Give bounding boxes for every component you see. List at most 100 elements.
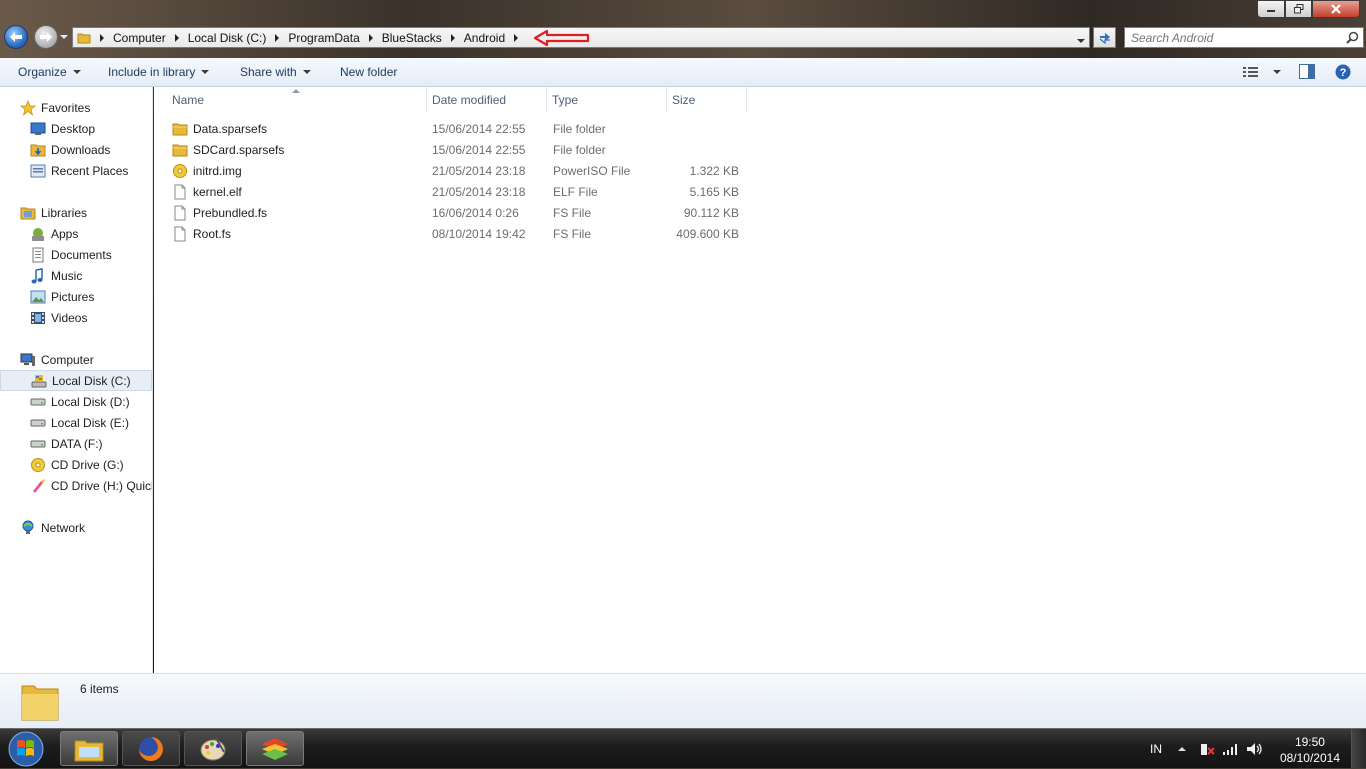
chevron-right-icon: [450, 33, 455, 42]
restore-button[interactable]: [1285, 0, 1312, 18]
recent-places-icon: [30, 163, 46, 179]
file-name: Data.sparsefs: [193, 122, 268, 136]
nav-cd-drive-g[interactable]: CD Drive (G:): [0, 454, 152, 475]
include-in-library-menu[interactable]: Include in library: [108, 65, 210, 79]
preview-pane-button[interactable]: [1299, 64, 1315, 79]
breadcrumb-android[interactable]: Android: [460, 31, 509, 45]
file-row-root-fs[interactable]: Root.fs 08/10/2014 19:42 FS File 409.600…: [168, 224, 748, 245]
address-bar[interactable]: Computer Local Disk (C:) ProgramData Blu…: [72, 27, 1090, 48]
nav-computer[interactable]: Computer: [0, 349, 152, 370]
language-indicator[interactable]: IN: [1150, 729, 1162, 769]
nav-favorites[interactable]: Favorites: [0, 97, 152, 118]
breadcrumb-separator[interactable]: [270, 28, 284, 47]
column-type-label: Type: [552, 93, 579, 107]
file-date: 16/06/2014 0:26: [432, 206, 519, 220]
nav-data-f[interactable]: DATA (F:): [0, 433, 152, 454]
file-icon: [172, 205, 188, 221]
breadcrumb-separator[interactable]: [509, 28, 523, 47]
search-input[interactable]: [1125, 28, 1341, 47]
search-icon[interactable]: [1346, 31, 1359, 47]
action-center-icon[interactable]: [1199, 729, 1215, 769]
close-button[interactable]: [1312, 0, 1360, 18]
windows-logo-icon: [8, 731, 44, 767]
file-row-data-sparsefs[interactable]: Data.sparsefs 15/06/2014 22:55 File fold…: [168, 119, 748, 140]
nav-local-disk-c[interactable]: Local Disk (C:): [0, 370, 152, 391]
back-button[interactable]: [4, 25, 28, 49]
nav-apps-label: Apps: [51, 226, 79, 241]
refresh-button[interactable]: [1093, 27, 1116, 48]
column-header-date-modified[interactable]: Date modified: [427, 87, 547, 113]
file-date: 08/10/2014 19:42: [432, 227, 526, 241]
breadcrumb-separator[interactable]: [170, 28, 184, 47]
nav-cd-drive-h[interactable]: CD Drive (H:) Quick: [0, 475, 152, 496]
volume-icon[interactable]: [1246, 729, 1264, 769]
new-folder-button[interactable]: New folder: [340, 65, 397, 79]
taskbar-explorer[interactable]: [60, 731, 118, 766]
system-clock[interactable]: 19:50 08/10/2014: [1280, 734, 1340, 766]
show-hidden-icons-button[interactable]: [1178, 729, 1186, 769]
nav-desktop-label: Desktop: [51, 121, 96, 136]
nav-network[interactable]: Network: [0, 517, 152, 538]
nav-recent-places[interactable]: Recent Places: [0, 160, 152, 181]
forward-button[interactable]: [34, 25, 58, 49]
help-button[interactable]: ?: [1335, 64, 1351, 80]
share-with-menu[interactable]: Share with: [240, 65, 311, 79]
nav-documents[interactable]: Documents: [0, 244, 152, 265]
nav-pictures[interactable]: Pictures: [0, 286, 152, 307]
file-name: Prebundled.fs: [193, 206, 268, 220]
breadcrumb-separator[interactable]: [95, 28, 109, 47]
breadcrumb-bluestacks[interactable]: BlueStacks: [378, 31, 446, 45]
column-header-name[interactable]: Name: [167, 87, 427, 113]
recent-pages-dropdown[interactable]: [60, 33, 68, 41]
desktop-icon: [30, 121, 46, 137]
file-row-sdcard-sparsefs[interactable]: SDCard.sparsefs 15/06/2014 22:55 File fo…: [168, 140, 748, 161]
nav-music[interactable]: Music: [0, 265, 152, 286]
minimize-button[interactable]: [1257, 0, 1285, 18]
nav-local-disk-d[interactable]: Local Disk (D:): [0, 391, 152, 412]
breadcrumb-local-disk-c[interactable]: Local Disk (C:): [184, 31, 271, 45]
preview-pane-icon: [1299, 64, 1315, 79]
file-size: 1.322 KB: [689, 164, 739, 178]
nav-favorites-label: Favorites: [41, 100, 91, 115]
file-row-initrd-img[interactable]: initrd.img 21/05/2014 23:18 PowerISO Fil…: [168, 161, 748, 182]
network-signal-icon[interactable]: [1222, 729, 1238, 769]
show-desktop-button[interactable]: [1351, 729, 1366, 768]
chevron-down-icon: [302, 70, 311, 74]
forward-arrow-icon: [40, 32, 52, 42]
include-in-library-label: Include in library: [108, 65, 196, 79]
file-type: File folder: [553, 143, 606, 157]
folder-icon: [172, 142, 188, 158]
nav-videos[interactable]: Videos: [0, 307, 152, 328]
breadcrumb-computer[interactable]: Computer: [109, 31, 170, 45]
nav-libraries[interactable]: Libraries: [0, 202, 152, 223]
chevron-down-icon[interactable]: [1273, 70, 1281, 74]
change-view-button[interactable]: [1243, 66, 1281, 78]
address-history-dropdown[interactable]: [1077, 33, 1085, 47]
taskbar-firefox[interactable]: [122, 731, 180, 766]
chevron-right-icon: [368, 33, 373, 42]
red-arrow-annotation-icon: [533, 29, 591, 47]
nav-local-disk-e[interactable]: Local Disk (E:): [0, 412, 152, 433]
column-header-size[interactable]: Size: [667, 87, 747, 113]
nav-desktop[interactable]: Desktop: [0, 118, 152, 139]
nav-downloads[interactable]: Downloads: [0, 139, 152, 160]
breadcrumb-programdata[interactable]: ProgramData: [284, 31, 363, 45]
nav-apps[interactable]: Apps: [0, 223, 152, 244]
quick-drive-icon: [30, 478, 46, 494]
start-button[interactable]: [4, 730, 48, 768]
breadcrumb-separator[interactable]: [364, 28, 378, 47]
file-type: FS File: [553, 206, 592, 220]
taskbar-bluestacks[interactable]: [246, 731, 304, 766]
videos-icon: [30, 310, 46, 326]
refresh-icon: [1099, 32, 1110, 44]
file-row-kernel-elf[interactable]: kernel.elf 21/05/2014 23:18 ELF File 5.1…: [168, 182, 748, 203]
file-name: SDCard.sparsefs: [193, 143, 285, 157]
organize-menu[interactable]: Organize: [18, 65, 81, 79]
downloads-folder-icon: [30, 142, 46, 158]
taskbar-paint[interactable]: [184, 731, 242, 766]
file-type: PowerISO File: [553, 164, 631, 178]
breadcrumb-separator[interactable]: [446, 28, 460, 47]
column-header-type[interactable]: Type: [547, 87, 667, 113]
file-row-prebundled-fs[interactable]: Prebundled.fs 16/06/2014 0:26 FS File 90…: [168, 203, 748, 224]
navigation-buttons: [4, 25, 68, 49]
